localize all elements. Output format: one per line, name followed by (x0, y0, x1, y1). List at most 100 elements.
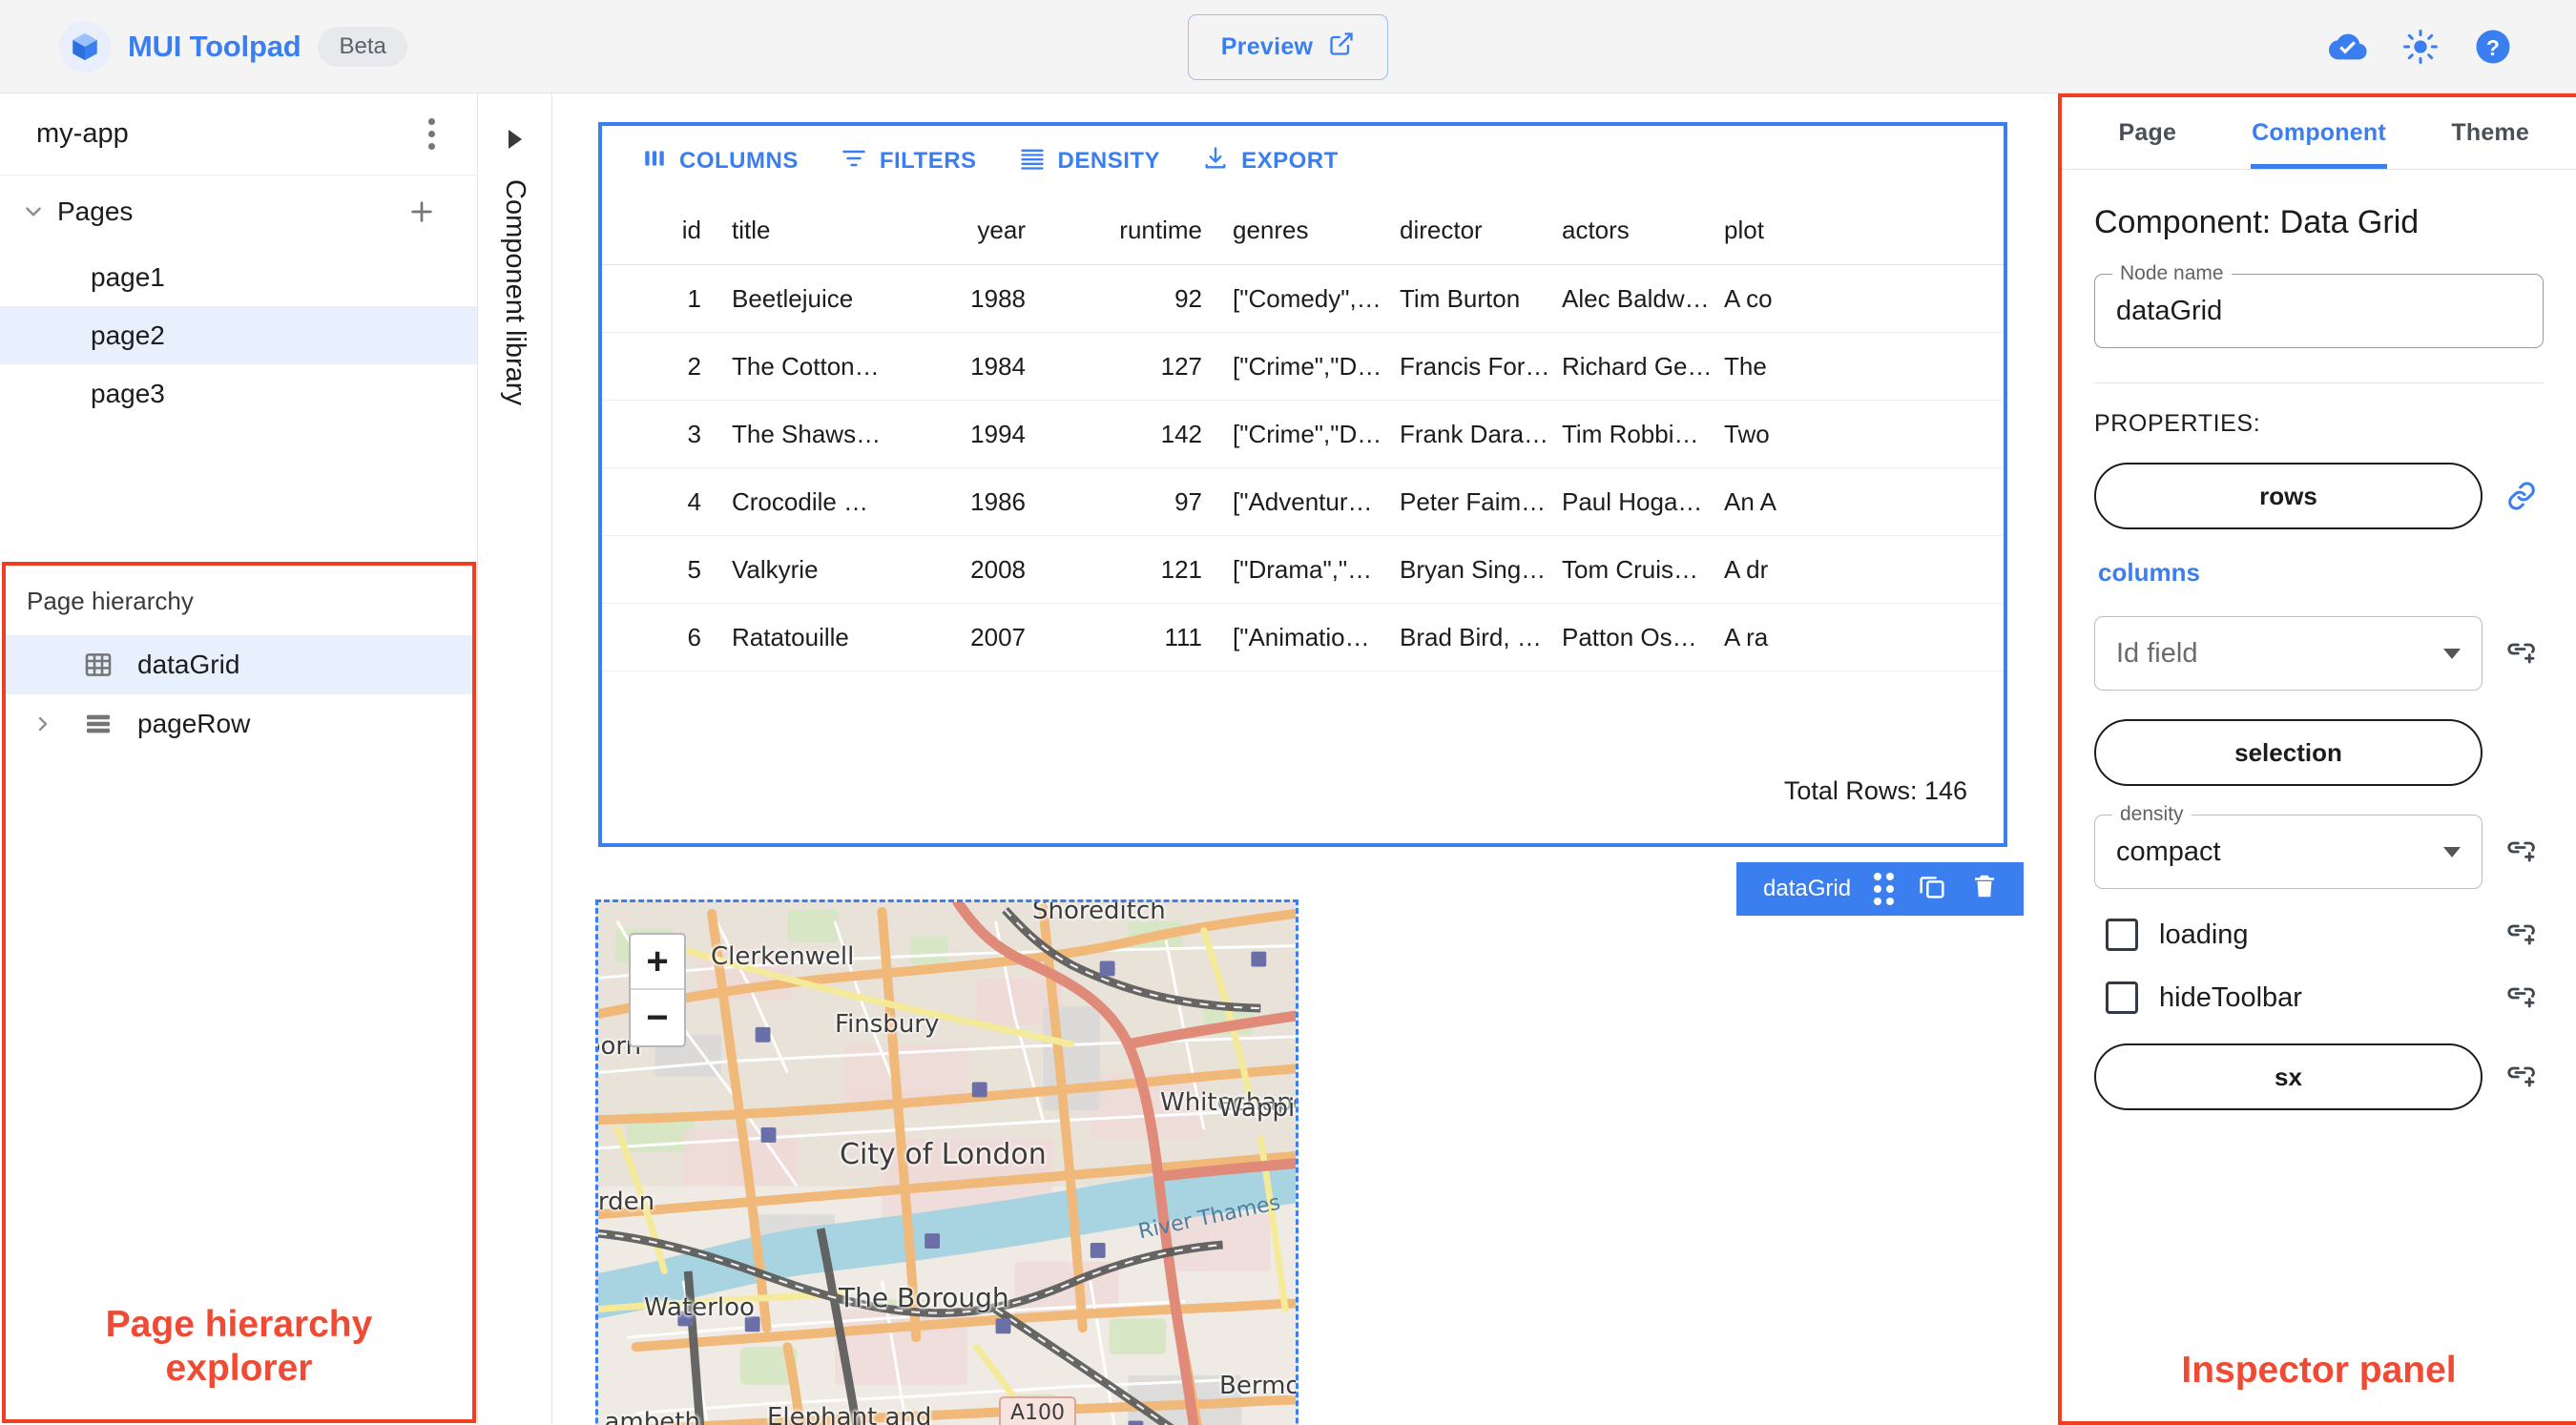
rows-property-button[interactable]: rows (2094, 463, 2483, 529)
link-add-icon[interactable] (2500, 835, 2544, 869)
map-label-finsbury: Finsbury (835, 1010, 940, 1039)
table-row[interactable]: 6 Ratatouille 2007 111 ["Animatio… Brad … (602, 604, 2004, 671)
add-page-icon[interactable] (399, 189, 445, 235)
column-header-id[interactable]: id (602, 216, 717, 245)
map-label-bermondsey: Bermondse (1219, 1372, 1296, 1400)
column-header-director[interactable]: director (1384, 216, 1547, 245)
table-row[interactable]: 1 Beetlejuice 1988 92 ["Comedy",… Tim Bu… (602, 265, 2004, 333)
columns-button-label: COLUMNS (679, 148, 799, 174)
table-row[interactable]: 4 Crocodile … 1986 97 ["Adventur… Peter … (602, 468, 2004, 536)
cell-genres: ["Drama","… (1233, 554, 1373, 584)
id-field-select[interactable]: Id field (2094, 616, 2483, 691)
property-sx: sx (2094, 1043, 2544, 1110)
loading-checkbox[interactable] (2106, 919, 2138, 951)
hierarchy-item-label: pageRow (137, 709, 251, 738)
hidetoolbar-checkbox[interactable] (2106, 981, 2138, 1014)
sx-property-button[interactable]: sx (2094, 1043, 2483, 1110)
datagrid-widget[interactable]: COLUMNS FILTERS DENSITY EXPORT id title … (598, 122, 2007, 847)
link-add-icon[interactable] (2500, 918, 2544, 952)
cell-actors: Richard Ge… (1562, 351, 1709, 381)
brightness-sun-icon[interactable] (2391, 17, 2450, 76)
export-button[interactable]: EXPORT (1185, 134, 1356, 190)
selection-property-button[interactable]: selection (2094, 719, 2483, 786)
cell-title: Crocodile … (732, 486, 869, 516)
property-density: density compact (2094, 803, 2544, 889)
trash-icon[interactable] (1970, 872, 1999, 907)
annotation-line-2: explorer (165, 1347, 313, 1389)
link-add-icon[interactable] (2500, 981, 2544, 1015)
column-header-runtime[interactable]: runtime (1041, 216, 1217, 245)
node-name-field[interactable]: Node name dataGrid (2094, 262, 2544, 348)
map-label-covent-garden: arden (597, 1188, 655, 1216)
cell-director: Bryan Sing… (1400, 554, 1547, 584)
cell-title: The Shaws… (732, 419, 882, 448)
link-bound-icon[interactable] (2500, 479, 2544, 513)
tab-page[interactable]: Page (2062, 97, 2233, 169)
component-library-rail[interactable]: Component library (478, 93, 552, 1425)
divider (2094, 382, 2544, 383)
column-header-actors[interactable]: actors (1547, 216, 1709, 245)
selection-toolbar: dataGrid (1736, 862, 2025, 916)
link-add-icon[interactable] (2500, 1060, 2544, 1094)
table-row[interactable]: 3 The Shaws… 1994 142 ["Crime","D… Frank… (602, 401, 2004, 468)
duplicate-icon[interactable] (1917, 871, 1947, 908)
column-header-title[interactable]: title (717, 216, 888, 245)
cell-year: 1994 (970, 419, 1026, 448)
sidebar-item-page3[interactable]: page3 (0, 364, 477, 423)
map-zoom-in-button[interactable]: + (631, 935, 684, 990)
hierarchy-item-pagerow[interactable]: pageRow (6, 694, 472, 754)
chevron-down-icon (2443, 846, 2461, 857)
chevron-down-icon[interactable] (13, 192, 53, 232)
cloud-done-icon[interactable] (2318, 17, 2378, 76)
cell-plot: A ra (1724, 622, 1769, 651)
sidebar-item-page2[interactable]: page2 (0, 306, 477, 364)
table-row[interactable]: 5 Valkyrie 2008 121 ["Drama","… Bryan Si… (602, 536, 2004, 604)
cell-runtime: 97 (1174, 486, 1202, 516)
help-circle-icon[interactable]: ? (2463, 17, 2523, 76)
tab-component[interactable]: Component (2233, 97, 2405, 169)
cell-runtime: 92 (1174, 283, 1202, 313)
density-button[interactable]: DENSITY (1002, 134, 1178, 190)
filters-button[interactable]: FILTERS (823, 134, 994, 190)
cell-actors: Tom Cruis… (1562, 554, 1699, 584)
cell-plot: A dr (1724, 554, 1769, 584)
cell-id: 2 (687, 351, 701, 381)
map-zoom-out-button[interactable]: − (631, 990, 684, 1045)
map-label-the-borough: The Borough (839, 1282, 1009, 1313)
cell-id: 5 (687, 554, 701, 584)
page-canvas: COLUMNS FILTERS DENSITY EXPORT id title … (552, 93, 2058, 1425)
inspector-body: Component: Data Grid Node name dataGrid … (2062, 170, 2576, 1110)
caret-right-icon[interactable] (496, 120, 534, 158)
preview-button[interactable]: Preview (1187, 13, 1389, 80)
loading-label: loading (2159, 919, 2249, 950)
inspector-panel: Page Component Theme Component: Data Gri… (2058, 93, 2576, 1425)
cell-year: 2008 (970, 554, 1026, 584)
cell-id: 4 (687, 486, 701, 516)
link-add-icon[interactable] (2500, 636, 2544, 671)
sidebar-item-page1[interactable]: page1 (0, 248, 477, 306)
open-in-new-icon (1328, 31, 1355, 64)
app-name: my-app (36, 118, 129, 149)
tab-theme[interactable]: Theme (2404, 97, 2576, 169)
column-header-plot[interactable]: plot (1709, 216, 1880, 245)
datagrid-toolbar: COLUMNS FILTERS DENSITY EXPORT (602, 126, 2004, 196)
drag-handle-icon[interactable] (1874, 873, 1895, 905)
map-widget[interactable]: + − Clerkenwell Finsbury Shoreditch Whit… (595, 899, 1298, 1425)
columns-button[interactable]: COLUMNS (625, 134, 816, 189)
chevron-down-icon (2443, 648, 2461, 659)
cell-plot: The (1724, 351, 1767, 381)
hierarchy-item-datagrid[interactable]: dataGrid (6, 635, 472, 694)
map-label-wapping: Wapping (1218, 1094, 1296, 1123)
table-row[interactable]: 2 The Cotton… 1984 127 ["Crime","D… Fran… (602, 333, 2004, 401)
cell-director: Peter Faim… (1400, 486, 1547, 516)
column-header-genres[interactable]: genres (1217, 216, 1384, 245)
map-label-waterloo: Waterloo (644, 1293, 755, 1322)
chevron-right-icon[interactable] (27, 712, 59, 735)
toolpad-logo-icon (59, 20, 111, 72)
density-select[interactable]: density compact (2094, 803, 2483, 889)
columns-property-link[interactable]: columns (2094, 558, 2200, 588)
datagrid-header-row: id title year runtime genres director ac… (602, 196, 2004, 265)
column-header-year[interactable]: year (888, 216, 1041, 245)
cell-director: Tim Burton (1400, 283, 1521, 313)
more-options-icon[interactable] (419, 109, 445, 159)
